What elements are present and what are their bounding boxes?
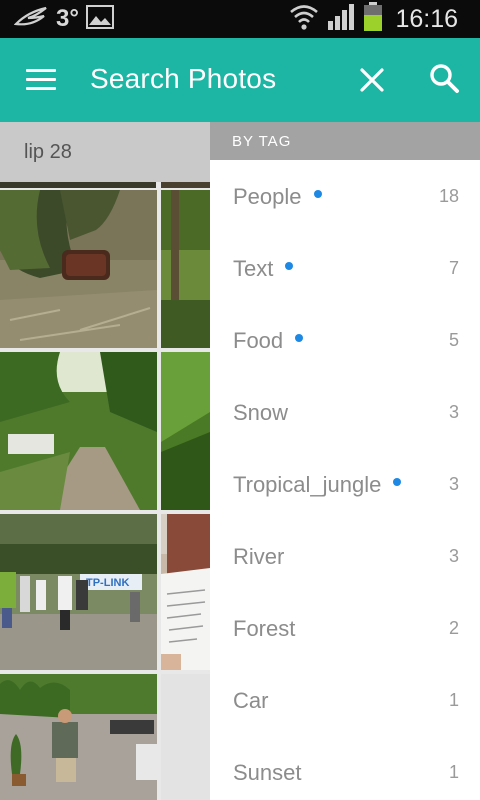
tag-count: 3: [448, 546, 459, 566]
page-title: Search Photos: [90, 63, 277, 94]
tag-label: Forest: [233, 616, 296, 641]
tag-item-food[interactable]: Food 5: [210, 304, 480, 376]
new-indicator-dot: [295, 334, 304, 343]
tag-count: 7: [448, 258, 459, 278]
tag-label: Sunset: [233, 760, 302, 785]
tag-label: River: [233, 544, 285, 569]
photo-tree-trunk-chest[interactable]: [0, 190, 157, 348]
photo-dirt-road[interactable]: [0, 352, 157, 510]
status-right: 16:16: [289, 1, 458, 37]
new-indicator-dot: [393, 478, 402, 487]
new-indicator-dot: [313, 190, 322, 199]
temperature-text: 3°: [56, 5, 79, 32]
svg-text:TP-LINK: TP-LINK: [86, 577, 129, 589]
status-left: 3°: [13, 4, 115, 35]
photo-partial-top-left[interactable]: [0, 182, 156, 188]
tag-label: Car: [233, 688, 269, 713]
tag-item-people[interactable]: People 18: [210, 160, 480, 232]
status-bar: 3° 16:16: [0, 0, 480, 38]
tag-item-sunset[interactable]: Sunset 1: [210, 736, 480, 800]
clock-time: 16:16: [395, 4, 458, 33]
tag-item-tropical-jungle[interactable]: Tropical_jungle 3: [210, 448, 480, 520]
tag-item-text[interactable]: Text 7: [210, 232, 480, 304]
search-button[interactable]: [426, 60, 462, 98]
close-icon: [360, 68, 384, 92]
tag-label: Tropical_jungle: [233, 472, 382, 497]
new-indicator-dot: [285, 262, 294, 271]
tag-item-forest[interactable]: Forest 2: [210, 592, 480, 664]
photo-person-reading-paper[interactable]: [161, 514, 210, 670]
tag-label: People: [233, 184, 302, 209]
search-query-text: lip 28: [24, 141, 72, 163]
close-search-button[interactable]: [354, 62, 390, 98]
tag-item-river[interactable]: River 3: [210, 520, 480, 592]
tag-count: 5: [448, 330, 459, 350]
tag-drawer: BY TAG People 18 Text 7 Food 5 Snow 3 Tr…: [210, 122, 480, 800]
photo-group-tplink-banner[interactable]: TP-LINK: [0, 514, 157, 670]
photo-green-foliage[interactable]: [161, 352, 210, 510]
weather-icon: [13, 4, 50, 35]
tag-count: 18: [438, 186, 459, 206]
gallery-icon: [85, 4, 115, 35]
tag-item-snow[interactable]: Snow 3: [210, 376, 480, 448]
tag-count: 3: [448, 474, 459, 494]
tag-count: 1: [448, 762, 459, 782]
photo-partial-top-right[interactable]: [161, 182, 210, 188]
search-icon: [430, 64, 459, 93]
photo-forest-edge[interactable]: [161, 190, 210, 348]
tag-label: Snow: [233, 400, 289, 425]
app-bar: Search Photos: [0, 38, 480, 122]
search-query-strip[interactable]: lip 28: [0, 122, 210, 182]
drawer-header: BY TAG: [210, 122, 480, 160]
photo-grid: lip 28 TP-LINK: [0, 122, 210, 800]
battery-icon: [363, 1, 383, 37]
tag-item-car[interactable]: Car 1: [210, 664, 480, 736]
tag-count: 1: [448, 690, 459, 710]
tag-count: 2: [448, 618, 459, 638]
tag-label: Text: [233, 256, 274, 281]
photo-courtyard-man-walking[interactable]: [0, 674, 157, 800]
photo-empty-slot: [161, 674, 210, 800]
menu-button[interactable]: [24, 65, 58, 95]
tag-count: 3: [448, 402, 459, 422]
signal-icon: [327, 3, 355, 36]
wifi-icon: [289, 3, 319, 36]
tag-label: Food: [233, 328, 284, 353]
drawer-header-label: BY TAG: [232, 133, 292, 150]
